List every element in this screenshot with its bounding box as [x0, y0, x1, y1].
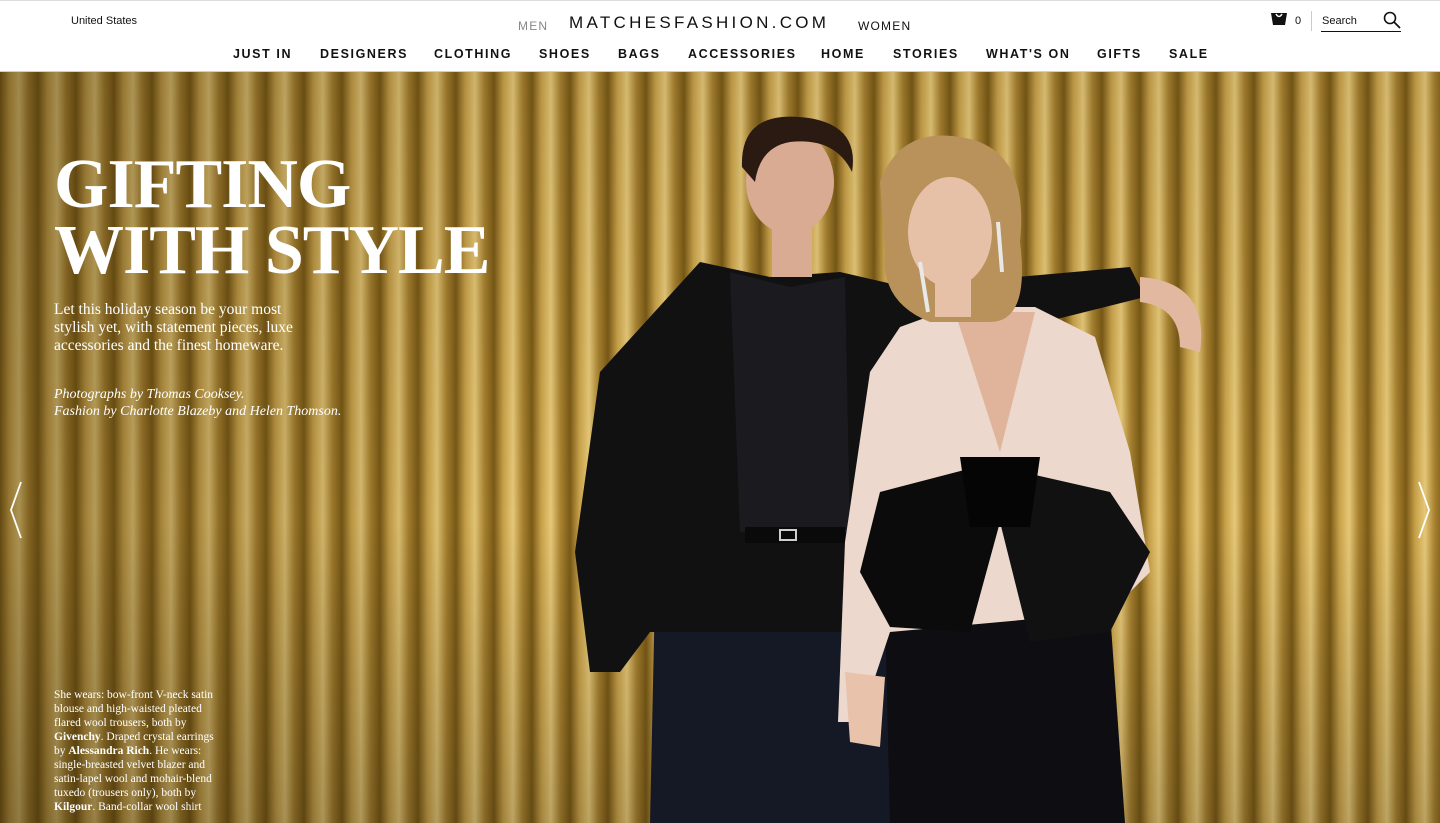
caption-brand-kilgour[interactable]: Kilgour	[54, 801, 92, 813]
women-link[interactable]: WOMEN	[858, 19, 911, 33]
nav-clothing[interactable]: CLOTHING	[434, 47, 512, 61]
search-placeholder: Search	[1322, 15, 1357, 27]
region-selector[interactable]: United States	[71, 15, 137, 27]
shopping-bag-icon[interactable]	[1270, 10, 1288, 26]
nav-sale[interactable]: SALE	[1169, 47, 1209, 61]
nav-home[interactable]: HOME	[821, 47, 865, 61]
search-input[interactable]: Search	[1321, 9, 1401, 32]
hero-headline: GIFTING WITH STYLE	[54, 146, 490, 289]
nav-just-in[interactable]: JUST IN	[233, 47, 292, 61]
main-navigation: JUST IN DESIGNERS CLOTHING SHOES BAGS AC…	[0, 47, 1440, 63]
hero-banner[interactable]: GIFTING WITH STYLE Let this holiday seas…	[0, 72, 1440, 823]
hero-intro: Let this holiday season be your most sty…	[54, 301, 293, 354]
headline-line-1: GIFTING	[54, 146, 351, 223]
nav-stories[interactable]: STORIES	[893, 47, 959, 61]
search-icon[interactable]	[1383, 11, 1401, 29]
bag-count: 0	[1295, 15, 1302, 27]
nav-accessories[interactable]: ACCESSORIES	[688, 47, 797, 61]
site-logo[interactable]: MATCHESFASHION.COM	[569, 13, 829, 33]
caption-text-1: She wears: bow-front V-neck satin blouse…	[54, 689, 214, 729]
nav-shoes[interactable]: SHOES	[539, 47, 591, 61]
nav-designers[interactable]: DESIGNERS	[320, 47, 408, 61]
nav-whats-on[interactable]: WHAT'S ON	[986, 47, 1071, 61]
caption-brand-alessandra-rich[interactable]: Alessandra Rich	[68, 745, 149, 757]
site-header: United States MEN MATCHESFASHION.COM WOM…	[0, 0, 1440, 72]
caption-brand-givenchy[interactable]: Givenchy	[54, 731, 101, 743]
outfit-caption: She wears: bow-front V-neck satin blouse…	[54, 688, 219, 814]
photo-credit: Photographs by Thomas Cooksey.	[54, 387, 245, 402]
men-link[interactable]: MEN	[518, 19, 548, 33]
nav-bags[interactable]: BAGS	[618, 47, 661, 61]
headline-line-2: WITH STYLE	[54, 212, 490, 289]
nav-gifts[interactable]: GIFTS	[1097, 47, 1142, 61]
header-divider	[1311, 11, 1312, 31]
previous-slide-arrow-icon[interactable]	[8, 480, 24, 540]
fashion-credit: Fashion by Charlotte Blazeby and Helen T…	[54, 404, 342, 419]
caption-text-4: . Band-collar wool shirt	[92, 801, 202, 813]
next-slide-arrow-icon[interactable]	[1416, 480, 1432, 540]
